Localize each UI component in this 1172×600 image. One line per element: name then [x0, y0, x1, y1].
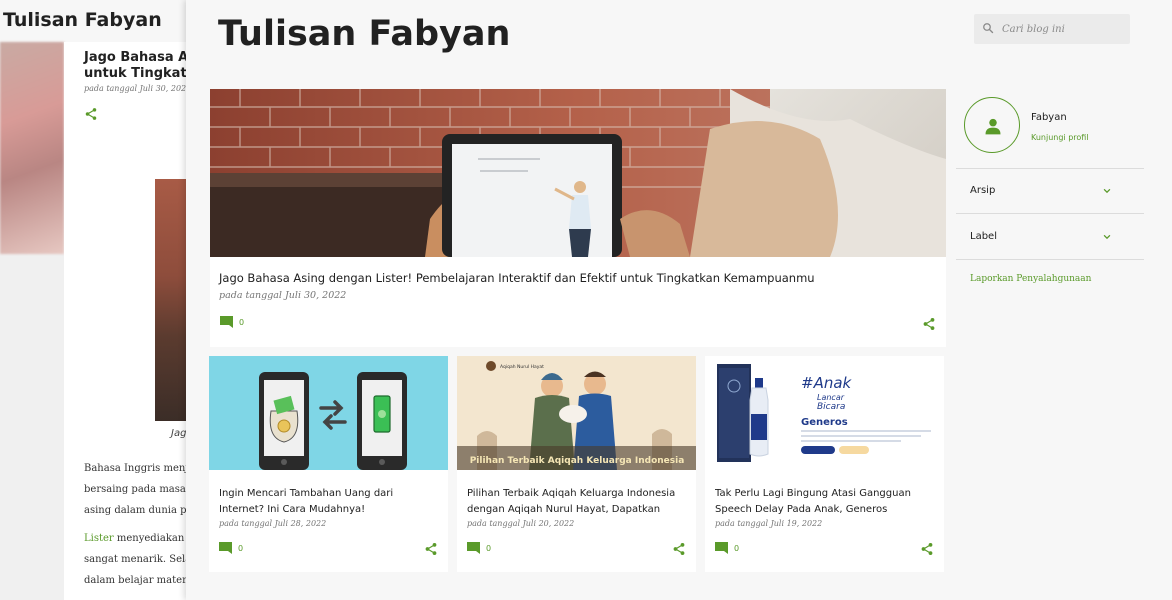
post-card-date: pada tanggal Juli 19, 2022	[715, 519, 823, 528]
featured-image-illustration	[210, 89, 946, 257]
avatar[interactable]	[964, 97, 1020, 153]
post-card-title[interactable]: Ingin Mencari Tambahan Uang dari Interne…	[219, 486, 441, 518]
blog-overlay-page: Tulisan Fabyan Cari blog ini Jago Bahasa…	[186, 0, 1172, 600]
background-body-line: sangat menarik. Sela	[84, 554, 186, 565]
background-body-paragraph: Lister menyediakan l	[84, 533, 186, 544]
person-icon	[985, 118, 1001, 135]
comment-link[interactable]: 0	[715, 542, 739, 554]
comment-icon	[220, 316, 233, 328]
post-card-image[interactable]: #Anak Lancar Bicara Generos	[705, 356, 944, 470]
background-body-line: bersaing pada masa s	[84, 484, 186, 495]
search-input[interactable]	[1002, 20, 1122, 38]
visit-profile-link[interactable]: Kunjungi profil	[1031, 133, 1089, 142]
chevron-down-icon[interactable]	[1101, 232, 1113, 242]
background-post-image	[155, 179, 186, 421]
comment-count: 0	[239, 317, 245, 327]
search-box[interactable]	[974, 14, 1130, 44]
background-post: Jago Bahasa As untuk Tingkatk pada tangg…	[64, 42, 186, 600]
background-post-title-line2: untuk Tingkatk	[84, 66, 186, 81]
card-image-logo: Aqiqah Nurul Hayat	[500, 364, 544, 370]
post-card-title[interactable]: Pilihan Terbaik Aqiqah Keluarga Indonesi…	[467, 486, 689, 518]
comment-count: 0	[238, 543, 244, 553]
featured-post-card[interactable]: Jago Bahasa Asing dengan Lister! Pembela…	[210, 89, 946, 347]
lister-link[interactable]: Lister	[84, 533, 114, 544]
comment-link[interactable]: 0	[467, 542, 491, 554]
site-title[interactable]: Tulisan Fabyan	[218, 14, 510, 54]
card-image-text: Pilihan Terbaik Aqiqah Keluarga Indonesi…	[470, 456, 685, 466]
money-transfer-illustration	[259, 372, 407, 470]
card-image-hashtag: Lancar	[817, 393, 845, 402]
background-body-text: menyediakan l	[113, 533, 186, 544]
divider	[956, 259, 1144, 260]
comment-count: 0	[486, 543, 492, 553]
share-icon[interactable]	[672, 541, 686, 560]
background-image-caption: Jag	[171, 428, 186, 439]
background-body-line: Bahasa Inggris menj	[84, 463, 186, 474]
post-card-date: pada tanggal Juli 28, 2022	[219, 519, 327, 528]
background-side-image	[0, 42, 64, 254]
post-card-date: pada tanggal Juli 20, 2022	[467, 519, 575, 528]
background-post-title[interactable]: Jago Bahasa As untuk Tingkatk	[84, 50, 186, 82]
comment-icon	[715, 542, 728, 554]
background-body-line: dalam belajar materi	[84, 575, 186, 586]
post-card-image[interactable]: Pilihan Terbaik Aqiqah Keluarga Indonesi…	[457, 356, 696, 470]
archive-widget-label[interactable]: Arsip	[970, 185, 995, 196]
comment-link[interactable]: 0	[219, 542, 243, 554]
card-image-hashtag: Bicara	[817, 402, 845, 412]
post-card[interactable]: #Anak Lancar Bicara Generos Tak Perlu La…	[705, 356, 944, 572]
label-widget-label[interactable]: Label	[970, 231, 997, 242]
generos-product-illustration: #Anak Lancar Bicara Generos	[705, 356, 944, 470]
divider	[956, 168, 1144, 169]
featured-post-date: pada tanggal Juli 30, 2022	[219, 290, 347, 301]
divider	[956, 213, 1144, 214]
card-image-brand: Generos	[801, 417, 848, 428]
featured-post-title[interactable]: Jago Bahasa Asing dengan Lister! Pembela…	[219, 271, 815, 285]
share-icon[interactable]	[84, 106, 98, 125]
post-card[interactable]: Pilihan Terbaik Aqiqah Keluarga Indonesi…	[457, 356, 696, 572]
background-site-title: Tulisan Fabyan	[3, 9, 162, 31]
background-post-date: pada tanggal Juli 30, 2022	[84, 84, 186, 93]
aqiqah-illustration: Pilihan Terbaik Aqiqah Keluarga Indonesi…	[457, 356, 696, 470]
share-icon[interactable]	[920, 541, 934, 560]
comment-count: 0	[734, 543, 740, 553]
search-icon[interactable]	[982, 22, 994, 34]
featured-post-image[interactable]	[210, 89, 946, 257]
profile-name[interactable]: Fabyan	[1031, 112, 1067, 123]
comment-link[interactable]: 0	[220, 316, 244, 328]
post-card[interactable]: Ingin Mencari Tambahan Uang dari Interne…	[209, 356, 448, 572]
comment-icon	[467, 542, 480, 554]
report-abuse-link[interactable]: Laporkan Penyalahgunaan	[970, 274, 1091, 284]
chevron-down-icon[interactable]	[1101, 186, 1113, 196]
share-icon[interactable]	[424, 541, 438, 560]
background-body-line: asing dalam dunia pe	[84, 505, 186, 516]
card-image-hashtag: #Anak	[801, 374, 853, 392]
background-post-title-line1: Jago Bahasa As	[84, 50, 186, 65]
post-card-title[interactable]: Tak Perlu Lagi Bingung Atasi Gangguan Sp…	[715, 486, 937, 518]
background-header: Tulisan Fabyan	[0, 0, 186, 42]
share-icon[interactable]	[922, 316, 936, 335]
post-card-image[interactable]	[209, 356, 448, 470]
comment-icon	[219, 542, 232, 554]
